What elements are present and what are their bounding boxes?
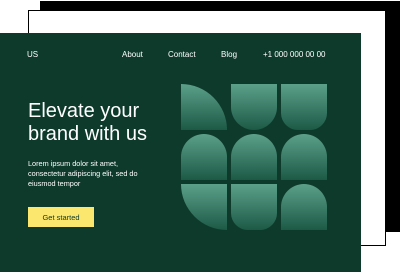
description-line: eiusmod tempor: [28, 179, 81, 188]
shape-arch-top: [281, 184, 327, 230]
get-started-button[interactable]: Get started: [28, 207, 94, 227]
logo[interactable]: US: [27, 50, 38, 60]
top-nav: US About Contact Blog +1 000 000 00 00: [0, 50, 361, 62]
shape-quarter-tl: [181, 84, 227, 130]
landing-page: US About Contact Blog +1 000 000 00 00 E…: [0, 33, 361, 272]
shape-rounded-bottom: [231, 184, 277, 230]
hero-description: Lorem ipsum dolor sit amet, consectetur …: [28, 159, 163, 189]
description-line: consectetur adipiscing elit, sed do: [28, 169, 138, 178]
phone-number[interactable]: +1 000 000 00 00: [263, 50, 326, 60]
headline-line: brand with us: [28, 123, 147, 145]
nav-link-contact[interactable]: Contact: [168, 50, 196, 60]
shape-quarter-tr: [181, 184, 227, 230]
description-line: Lorem ipsum dolor sit amet,: [28, 159, 119, 168]
shape-rounded-bottom: [281, 84, 327, 130]
decorative-shape-grid: [181, 84, 327, 230]
shape-arch-top: [231, 134, 277, 180]
nav-link-blog[interactable]: Blog: [221, 50, 237, 60]
hero-headline: Elevate your brand with us: [28, 100, 188, 146]
nav-link-about[interactable]: About: [122, 50, 143, 60]
shape-arch-top: [281, 134, 327, 180]
shape-u-block: [231, 84, 277, 130]
shape-arch-top: [181, 134, 227, 180]
headline-line: Elevate your: [28, 100, 140, 122]
